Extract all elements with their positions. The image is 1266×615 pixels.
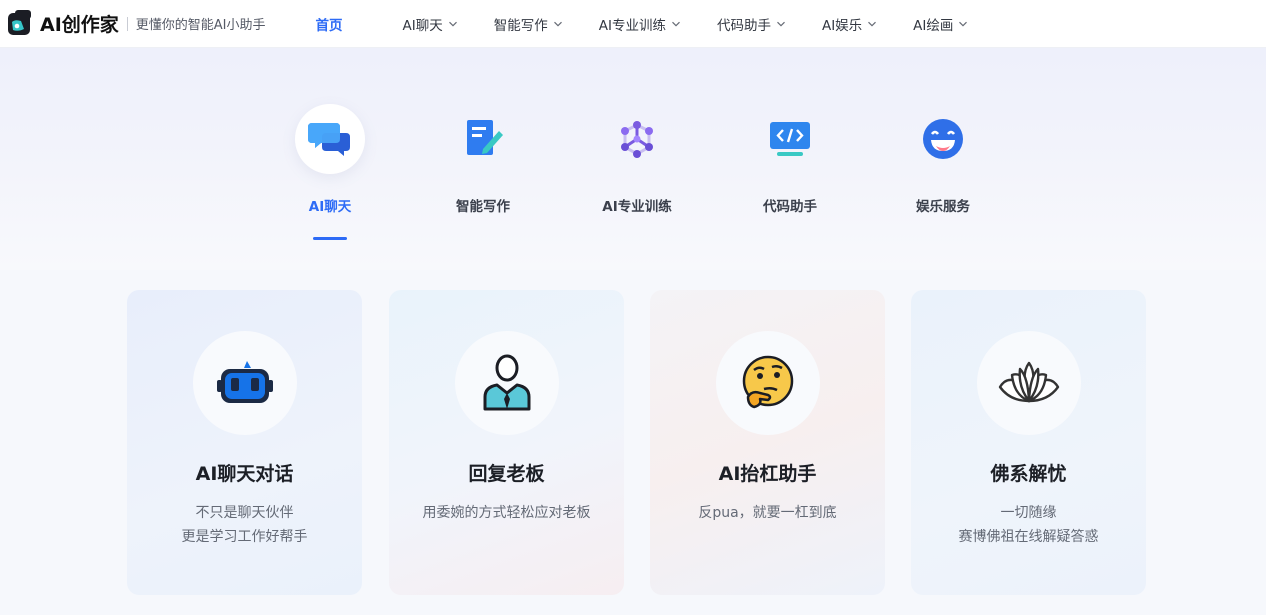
category-tabs: AI聊天 智能写作 AI专业训练 代码助手 娱乐服务 (0, 104, 1266, 244)
tab-icon-container (295, 104, 365, 174)
card-title: 回复老板 (468, 463, 545, 485)
nav-item-label: 智能写作 (493, 17, 548, 34)
robot-chat-icon (216, 361, 273, 403)
card-icon-container (192, 331, 297, 435)
tab-icon-container (448, 104, 518, 174)
card-buddhist-relief[interactable]: 佛系解忧 一切随缘 赛博佛祖在线解疑答惑 (911, 290, 1146, 595)
tab-label: 娱乐服务 (916, 199, 970, 215)
brand-divider (126, 16, 128, 31)
card-description-line: 赛博佛祖在线解疑答惑 (958, 529, 1099, 545)
tab-label: AI专业训练 (602, 199, 672, 215)
active-tab-indicator (313, 237, 347, 240)
chevron-down-icon (553, 21, 562, 27)
chat-bubbles-icon (308, 123, 350, 156)
chevron-down-icon (448, 21, 457, 27)
main-nav: 首页 AI聊天 智能写作 AI专业训练 代码助手 AI娱乐 AI绘画 (316, 14, 1005, 34)
lotus-icon (998, 361, 1059, 403)
nav-item-label: 代码助手 (716, 17, 771, 34)
card-description: 不只是聊天伙伴 更是学习工作好帮手 (127, 501, 362, 549)
category-hero: AI聊天 智能写作 AI专业训练 代码助手 娱乐服务 (0, 48, 1266, 270)
card-description: 反pua，就要一杠到底 (650, 501, 885, 525)
card-title: AI聊天对话 (195, 463, 294, 485)
nav-item-smart-writing[interactable]: 智能写作 (494, 14, 563, 34)
nav-item-label: AI专业训练 (598, 17, 666, 34)
nav-item-ai-entertainment[interactable]: AI娱乐 (822, 14, 877, 34)
chevron-down-icon (959, 21, 968, 27)
document-pen-icon (467, 120, 503, 155)
card-title: 佛系解忧 (990, 463, 1067, 485)
card-ai-debate-assistant[interactable]: AI抬杠助手 反pua，就要一杠到底 (650, 290, 885, 595)
brand-name: AI创作家 (40, 14, 119, 36)
nav-item-label: AI聊天 (402, 17, 443, 34)
laughing-face-icon (923, 119, 963, 159)
businessman-icon (483, 354, 530, 411)
card-description: 一切随缘 赛博佛祖在线解疑答惑 (911, 501, 1146, 549)
chevron-down-icon (868, 21, 877, 27)
card-description: 用委婉的方式轻松应对老板 (389, 501, 624, 525)
tab-smart-writing[interactable]: 智能写作 (413, 104, 553, 215)
network-cube-icon (621, 121, 653, 158)
card-ai-chat-dialogue[interactable]: AI聊天对话 不只是聊天伙伴 更是学习工作好帮手 (127, 290, 362, 595)
card-title: AI抬杠助手 (718, 463, 817, 485)
tab-ai-training[interactable]: AI专业训练 (567, 104, 707, 215)
tab-icon-container (908, 104, 978, 174)
code-monitor-icon (770, 122, 810, 156)
nav-item-home[interactable]: 首页 (316, 14, 343, 34)
brand-slogan: 更懂你的智能AI小助手 (135, 18, 266, 33)
card-icon-container (454, 331, 559, 435)
chevron-down-icon (777, 21, 785, 27)
nav-item-ai-painting[interactable]: AI绘画 (913, 14, 968, 34)
card-icon-container (715, 331, 820, 435)
tab-entertainment[interactable]: 娱乐服务 (873, 104, 1013, 215)
tab-label: 智能写作 (456, 199, 510, 215)
tab-icon-container (602, 104, 672, 174)
nav-item-label: AI绘画 (913, 17, 954, 34)
card-description-line: 更是学习工作好帮手 (181, 529, 308, 545)
tab-code-assistant[interactable]: 代码助手 (720, 104, 860, 215)
top-navigation-bar: AI创作家 更懂你的智能AI小助手 首页 AI聊天 智能写作 AI专业训练 代码… (0, 0, 1266, 48)
tab-ai-chat[interactable]: AI聊天 (260, 104, 400, 240)
tab-icon-container (755, 104, 825, 174)
nav-item-label: AI娱乐 (821, 17, 863, 34)
nav-item-label: 首页 (315, 17, 343, 34)
card-description-line: 反pua，就要一杠到底 (698, 505, 837, 521)
tab-label: 代码助手 (763, 199, 817, 215)
chevron-down-icon (672, 21, 680, 27)
card-icon-container (976, 331, 1081, 435)
nav-item-ai-chat[interactable]: AI聊天 (403, 14, 458, 34)
brand[interactable]: AI创作家 更懂你的智能AI小助手 (6, 9, 266, 38)
card-description-line: 一切随缘 (1000, 505, 1057, 521)
card-description-line: 用委婉的方式轻松应对老板 (422, 505, 591, 521)
card-description-line: 不只是聊天伙伴 (195, 505, 294, 521)
nav-item-ai-training[interactable]: AI专业训练 (599, 14, 681, 34)
card-reply-boss[interactable]: 回复老板 用委婉的方式轻松应对老板 (389, 290, 624, 595)
nav-item-code-assistant[interactable]: 代码助手 (717, 14, 786, 34)
brand-logo-icon (8, 9, 31, 35)
tab-label: AI聊天 (308, 199, 352, 215)
thinking-face-icon (742, 355, 793, 409)
